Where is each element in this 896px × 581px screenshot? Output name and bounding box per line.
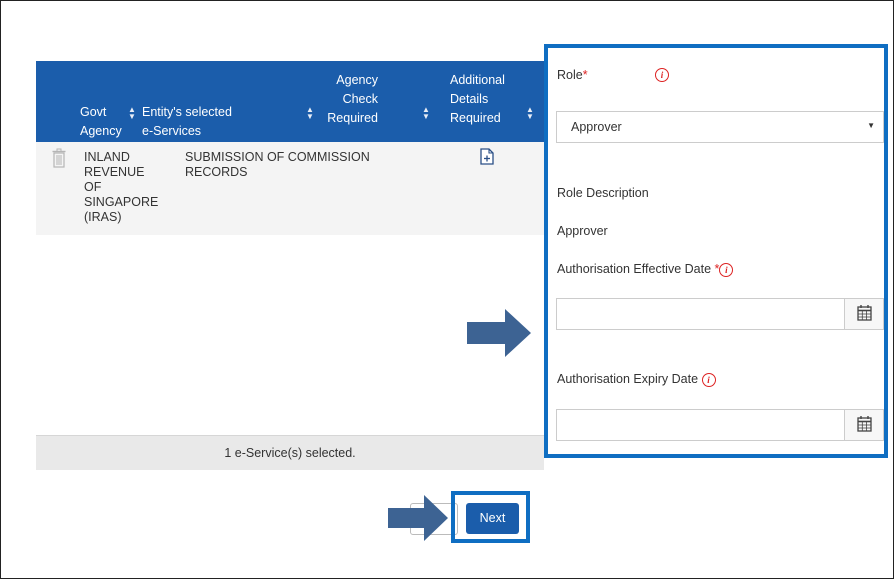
expiry-date-input[interactable] [556,409,884,441]
arrow-right-icon [388,495,448,541]
table-footer: 1 e-Service(s) selected. [36,435,544,470]
service-cell: SUBMISSION OF COMMISSION RECORDS [185,150,370,179]
calendar-button[interactable] [844,299,883,329]
calendar-icon [857,305,872,321]
trash-icon[interactable] [52,148,66,168]
chevron-down-icon: ▼ [867,121,875,130]
role-description-value: Approver [557,224,608,238]
sort-icon[interactable]: ▲ ▼ [128,106,136,121]
calendar-icon [857,416,872,432]
arrow-right-icon [467,309,531,357]
table-row: INLAND REVENUE OF SINGAPORE (IRAS) SUBMI… [36,142,544,235]
agency-cell: INLAND REVENUE OF SINGAPORE (IRAS) [84,150,159,224]
column-header-additional-details[interactable]: Additional Details Required [450,71,514,128]
info-icon[interactable]: i [655,68,669,82]
role-label: Role* [557,68,588,82]
effective-date-label: Authorisation Effective Date * i [557,262,734,277]
role-panel: Role* i Approver ▼ Role Description Appr… [544,44,888,458]
role-description-label: Role Description [557,186,649,200]
add-document-icon[interactable] [480,148,494,165]
info-icon[interactable]: i [719,262,734,277]
table-header: Govt Agency ▲ ▼ Entity's selected e-Servi… [36,61,544,142]
column-header-entity-services[interactable]: Entity's selected e-Services [142,103,272,141]
info-icon[interactable]: i [701,372,716,387]
role-select[interactable]: Approver ▼ [556,111,884,143]
next-button[interactable]: Next [466,503,519,534]
sort-icon[interactable]: ▲ ▼ [306,106,314,121]
expiry-date-label: Authorisation Expiry Date i [557,372,716,387]
column-header-agency-check[interactable]: Agency Check Required [318,71,378,128]
effective-date-input[interactable] [556,298,884,330]
sort-icon[interactable]: ▲ ▼ [422,106,430,121]
sort-icon[interactable]: ▲ ▼ [526,106,534,121]
calendar-button[interactable] [844,410,883,440]
